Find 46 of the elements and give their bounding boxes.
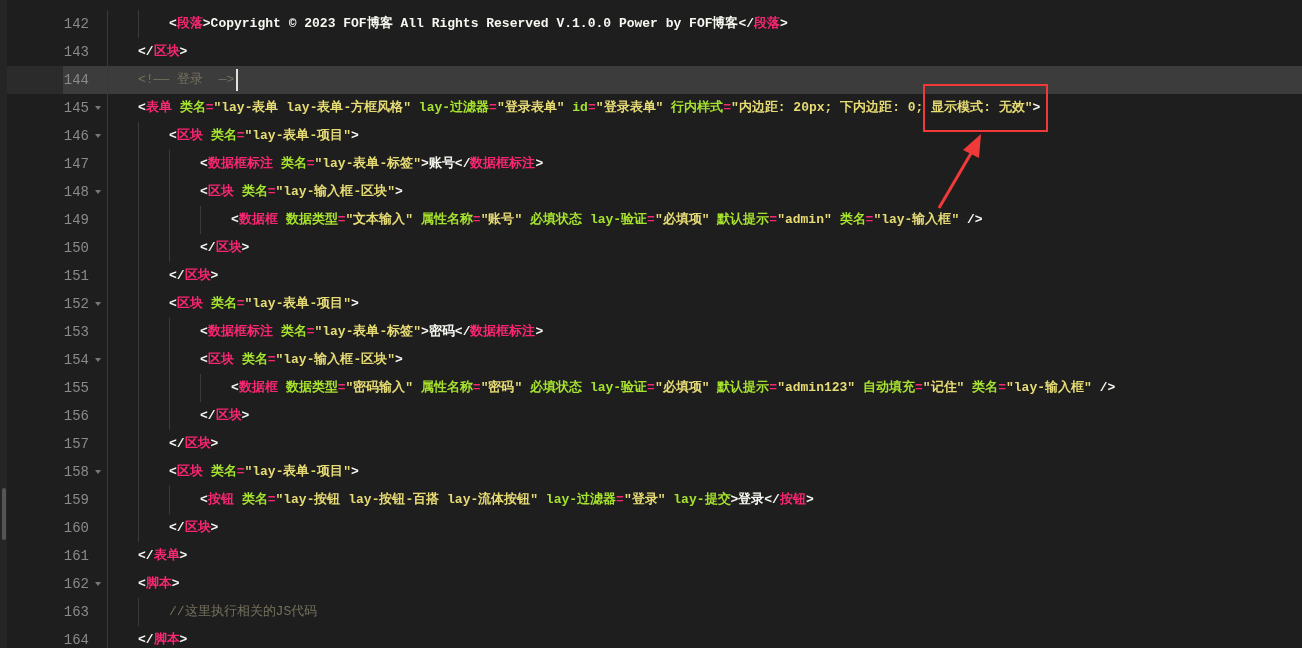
code-line: //这里执行相关的JS代码 bbox=[169, 603, 318, 621]
code-line: </区块> bbox=[169, 519, 219, 537]
line-number: 145 bbox=[63, 98, 89, 118]
code-line: <段落>Copyright © 2023 FOF博客 All Rights Reserved V.1.0.0 Power by FOF博客</段落> bbox=[169, 14, 788, 33]
line-number: 159 bbox=[63, 490, 89, 510]
line-number: 149 bbox=[63, 210, 89, 230]
line-number: 152 bbox=[63, 294, 89, 314]
line-number: 146 bbox=[63, 126, 89, 146]
line-number: 154 bbox=[63, 350, 89, 370]
code-line: <区块 类名="lay-表单-项目"> bbox=[169, 463, 359, 481]
code-line: <区块 类名="lay-输入框-区块"> bbox=[200, 351, 403, 369]
line-number: 153 bbox=[63, 322, 89, 342]
code-line: <数据框 数据类型="文本输入" 属性名称="账号" 必填状态 lay-验证="必填项" 默认提示="admin" 类名="lay-输入框" /> bbox=[231, 211, 983, 229]
code-line: <数据框标注 类名="lay-表单-标签">账号</数据框标注> bbox=[200, 155, 544, 173]
line-number: 157 bbox=[63, 434, 89, 454]
code-line: <区块 类名="lay-表单-项目"> bbox=[169, 127, 359, 145]
code-line: <脚本> bbox=[138, 575, 180, 593]
code-line: <区块 类名="lay-输入框-区块"> bbox=[200, 183, 403, 201]
highlighted-code: 显示模式: 无效"> bbox=[931, 99, 1041, 117]
code-line: <区块 类名="lay-表单-项目"> bbox=[169, 295, 359, 313]
line-number: 160 bbox=[63, 518, 89, 538]
code-line: </区块> bbox=[138, 43, 188, 61]
line-number: 158 bbox=[63, 462, 89, 482]
code-line: </区块> bbox=[200, 407, 250, 425]
code-line: <表单 类名="lay-表单 lay-表单-方框风格" lay-过滤器="登录表单" id="登录表单" 行内样式="内边距: 20px; 下内边距: 0; bbox=[138, 98, 925, 117]
line-number: 150 bbox=[63, 238, 89, 258]
code-line: </区块> bbox=[169, 435, 219, 453]
code-line: </区块> bbox=[169, 267, 219, 285]
line-number: 148 bbox=[63, 182, 89, 202]
line-number: 142 bbox=[63, 14, 89, 34]
line-number: 163 bbox=[63, 602, 89, 622]
line-number: 161 bbox=[63, 546, 89, 566]
line-number: 144 bbox=[63, 70, 89, 90]
line-number: 143 bbox=[63, 42, 89, 62]
code-line: </脚本> bbox=[138, 631, 188, 648]
code-line: <数据框 数据类型="密码输入" 属性名称="密码" 必填状态 lay-验证="必填项" 默认提示="admin123" 自动填充="记住" 类名="lay-输入框" /> bbox=[231, 379, 1116, 397]
line-number: 147 bbox=[63, 154, 89, 174]
line-number: 151 bbox=[63, 266, 89, 286]
line-number: 155 bbox=[63, 378, 89, 398]
code-line: </表单> bbox=[138, 547, 188, 565]
code-line: </区块> bbox=[200, 239, 250, 257]
line-number: 164 bbox=[63, 630, 89, 648]
line-number: 162 bbox=[63, 574, 89, 594]
code-line: <数据框标注 类名="lay-表单-标签">密码</数据框标注> bbox=[200, 323, 544, 341]
line-number: 156 bbox=[63, 406, 89, 426]
code-line: <按钮 类名="lay-按钮 lay-按钮-百搭 lay-流体按钮" lay-过滤器="登录" lay-提交>登录</按钮> bbox=[200, 490, 814, 509]
